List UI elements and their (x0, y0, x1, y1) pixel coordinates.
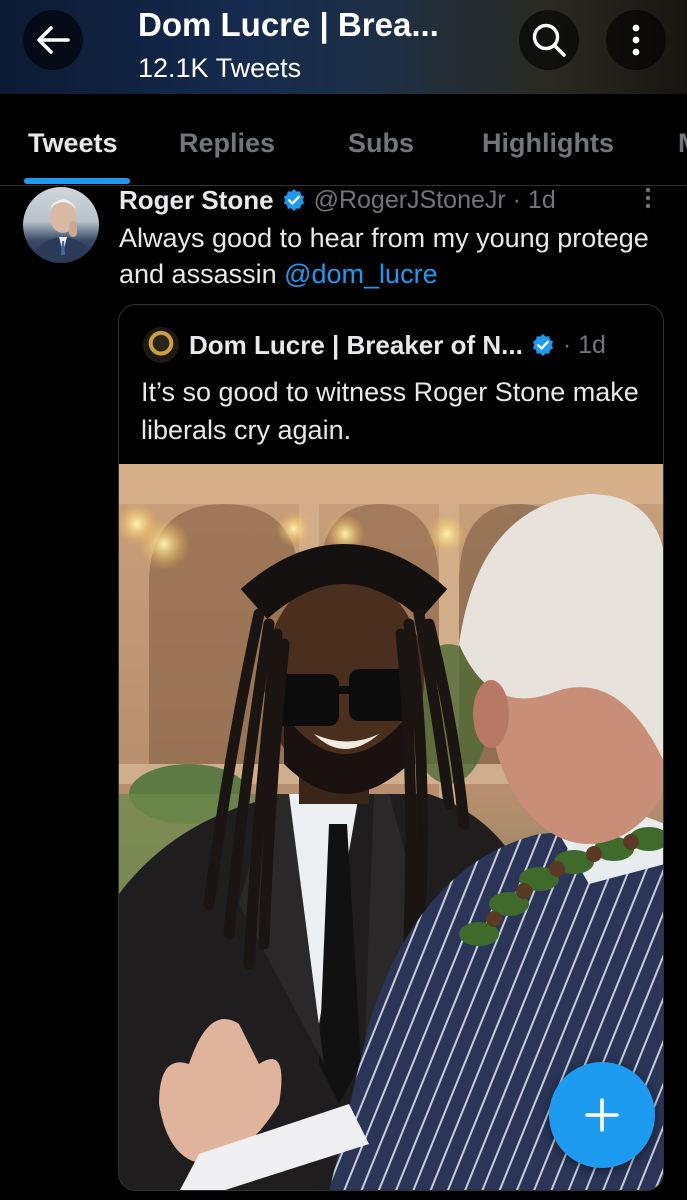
quoted-avatar[interactable] (143, 327, 179, 363)
back-button[interactable] (23, 10, 83, 70)
tab-replies[interactable]: Replies (179, 128, 275, 159)
profile-tabs: Tweets Replies Subs Highlights M (0, 94, 687, 186)
tweet-more-button[interactable] (637, 186, 659, 217)
compose-tweet-button[interactable] (549, 1062, 655, 1168)
quoted-text: It’s so good to witness Roger Stone make… (141, 377, 639, 445)
plus-icon (585, 1098, 619, 1132)
arrow-left-icon (37, 26, 70, 54)
search-icon (532, 23, 566, 57)
tweet-count: 12.1K Tweets (138, 53, 302, 83)
mention-link[interactable]: @dom_lucre (284, 259, 437, 289)
quoted-header: Dom Lucre | Breaker of N... · 1d (189, 327, 606, 363)
quoted-tweet[interactable]: Dom Lucre | Breaker of N... · 1d It’s so… (118, 304, 664, 1191)
vertical-ellipsis-icon (645, 187, 651, 209)
tweet-text: Always good to hear from my young proteg… (119, 220, 659, 292)
tab-highlights[interactable]: Highlights (482, 128, 614, 159)
more-options-button[interactable] (606, 10, 666, 70)
tab-subs[interactable]: Subs (348, 128, 414, 159)
search-button[interactable] (519, 10, 579, 70)
quoted-author-name[interactable]: Dom Lucre | Breaker of N... (189, 330, 523, 361)
author-handle-timestamp[interactable]: @RogerJStoneJr · 1d (314, 186, 556, 215)
verified-badge-icon (283, 189, 304, 211)
avatar[interactable] (23, 187, 99, 263)
profile-header: Dom Lucre | Brea... 12.1K Tweets (0, 0, 687, 94)
tab-tweets[interactable]: Tweets (28, 128, 118, 159)
active-tab-indicator (24, 178, 130, 184)
quoted-timestamp: · 1d (562, 330, 606, 359)
tweet-header: Roger Stone @RogerJStoneJr · 1d (119, 184, 556, 216)
profile-title: Dom Lucre | Brea... (138, 6, 439, 43)
author-name[interactable]: Roger Stone (119, 185, 274, 216)
avatar-image (31, 199, 95, 263)
verified-badge-icon (532, 334, 554, 356)
vertical-ellipsis-icon (632, 24, 640, 56)
tab-media[interactable]: M (678, 128, 687, 159)
